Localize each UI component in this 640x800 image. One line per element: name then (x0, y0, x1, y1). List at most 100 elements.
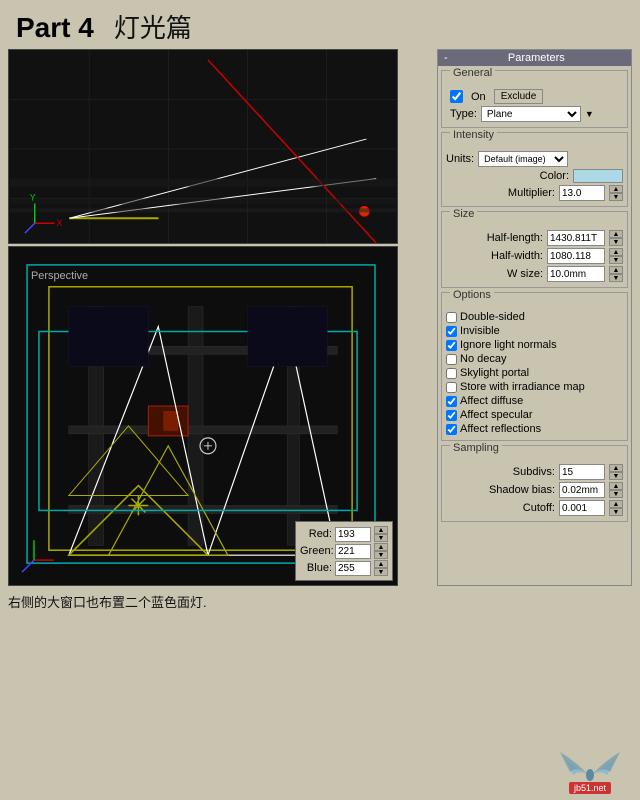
hw-down[interactable]: ▼ (609, 256, 623, 264)
page-header: Part 4 灯光篇 (0, 0, 640, 49)
red-spinner[interactable]: ▲ ▼ (374, 526, 388, 542)
blue-input[interactable] (335, 561, 371, 576)
green-up[interactable]: ▲ (374, 543, 388, 551)
sb-down[interactable]: ▼ (609, 490, 623, 498)
mult-up[interactable]: ▲ (609, 185, 623, 193)
shadow-bias-spinner[interactable]: ▲ ▼ (609, 482, 623, 498)
exclude-button[interactable]: Exclude (494, 89, 544, 104)
shadow-bias-input[interactable] (559, 482, 605, 498)
cutoff-spinner[interactable]: ▲ ▼ (609, 500, 623, 516)
w-size-input[interactable] (547, 266, 605, 282)
ignore-normals-label: Ignore light normals (460, 339, 557, 351)
sampling-label: Sampling (450, 442, 502, 454)
viewports-container: X Y (8, 49, 433, 586)
ws-up[interactable]: ▲ (609, 266, 623, 274)
bottom-viewport-content: Perspective Red: ▲ ▼ (9, 247, 397, 585)
parameters-panel: - Parameters General On Exclude Type: Pl… (437, 49, 632, 586)
red-input[interactable] (335, 527, 371, 542)
invisible-checkbox[interactable] (446, 326, 457, 337)
blue-row: Blue: ▲ ▼ (300, 560, 388, 576)
type-select[interactable]: Plane (481, 106, 581, 122)
params-title-bar: - Parameters (438, 50, 631, 66)
caption-text: 右侧的大窗口也布置二个蓝色面灯. (8, 595, 207, 610)
multiplier-input[interactable] (559, 185, 605, 201)
affect-diffuse-label: Affect diffuse (460, 395, 523, 407)
subdivs-input[interactable] (559, 464, 605, 480)
on-label: On (471, 91, 486, 103)
half-width-input[interactable] (547, 248, 605, 264)
multiplier-spinner[interactable]: ▲ ▼ (609, 185, 623, 201)
units-select[interactable]: Default (image) (478, 151, 568, 167)
sb-up[interactable]: ▲ (609, 482, 623, 490)
cutoff-row: Cutoff: ▲ ▼ (446, 500, 623, 516)
green-down[interactable]: ▼ (374, 551, 388, 559)
red-down[interactable]: ▼ (374, 534, 388, 542)
caption: 右侧的大窗口也布置二个蓝色面灯. (0, 586, 640, 613)
blue-up[interactable]: ▲ (374, 560, 388, 568)
subdiv-up[interactable]: ▲ (609, 464, 623, 472)
affect-specular-row: Affect specular (446, 409, 623, 421)
size-section: Size Half-length: ▲ ▼ Half-width: ▲ ▼ W … (441, 211, 628, 288)
invisible-row: Invisible (446, 325, 623, 337)
w-size-spinner[interactable]: ▲ ▼ (609, 266, 623, 282)
top-viewport-content: X Y (9, 50, 397, 243)
affect-diffuse-row: Affect diffuse (446, 395, 623, 407)
affect-reflections-checkbox[interactable] (446, 424, 457, 435)
co-up[interactable]: ▲ (609, 500, 623, 508)
invisible-label: Invisible (460, 325, 500, 337)
affect-specular-label: Affect specular (460, 409, 533, 421)
intensity-label: Intensity (450, 129, 497, 141)
on-checkbox[interactable] (450, 90, 463, 103)
chinese-title: 灯光篇 (114, 8, 192, 45)
viewport-bottom[interactable]: Perspective Red: ▲ ▼ (8, 246, 398, 586)
sampling-section: Sampling Subdivs: ▲ ▼ Shadow bias: ▲ ▼ C… (441, 445, 628, 522)
hl-up[interactable]: ▲ (609, 230, 623, 238)
multiplier-row: Multiplier: ▲ ▼ (446, 185, 623, 201)
general-section: General On Exclude Type: Plane ▼ (441, 70, 628, 128)
viewport-top[interactable]: X Y (8, 49, 398, 244)
skylight-portal-row: Skylight portal (446, 367, 623, 379)
type-row: Type: Plane ▼ (450, 106, 619, 122)
affect-diffuse-checkbox[interactable] (446, 396, 457, 407)
rgb-overlay: Red: ▲ ▼ Green: ▲ ▼ (295, 521, 393, 581)
options-section: Options Double-sided Invisible Ignore li… (441, 292, 628, 441)
half-width-row: Half-width: ▲ ▼ (446, 248, 623, 264)
hl-down[interactable]: ▼ (609, 238, 623, 246)
co-down[interactable]: ▼ (609, 508, 623, 516)
red-row: Red: ▲ ▼ (300, 526, 388, 542)
wing-logo-icon (555, 747, 625, 782)
green-label: Green: (300, 545, 332, 557)
green-spinner[interactable]: ▲ ▼ (374, 543, 388, 559)
blue-down[interactable]: ▼ (374, 568, 388, 576)
half-width-spinner[interactable]: ▲ ▼ (609, 248, 623, 264)
hw-up[interactable]: ▲ (609, 248, 623, 256)
store-irradiance-checkbox[interactable] (446, 382, 457, 393)
svg-text:Y: Y (30, 192, 36, 202)
blue-spinner[interactable]: ▲ ▼ (374, 560, 388, 576)
subdiv-down[interactable]: ▼ (609, 472, 623, 480)
multiplier-label: Multiplier: (508, 187, 555, 199)
red-up[interactable]: ▲ (374, 526, 388, 534)
mult-down[interactable]: ▼ (609, 193, 623, 201)
color-swatch[interactable] (573, 169, 623, 183)
affect-specular-checkbox[interactable] (446, 410, 457, 421)
cutoff-input[interactable] (559, 500, 605, 516)
general-label: General (450, 67, 495, 79)
ignore-normals-checkbox[interactable] (446, 340, 457, 351)
skylight-portal-checkbox[interactable] (446, 368, 457, 379)
ws-down[interactable]: ▼ (609, 274, 623, 282)
site-label: jb51.net (569, 782, 611, 794)
affect-reflections-row: Affect reflections (446, 423, 623, 435)
double-sided-label: Double-sided (460, 311, 525, 323)
units-row: Units: Default (image) (446, 151, 623, 167)
minimize-button[interactable]: - (444, 52, 448, 64)
double-sided-checkbox[interactable] (446, 312, 457, 323)
subdivs-spinner[interactable]: ▲ ▼ (609, 464, 623, 480)
type-dropdown-icon[interactable]: ▼ (585, 109, 594, 119)
color-label: Color: (540, 170, 569, 182)
half-length-spinner[interactable]: ▲ ▼ (609, 230, 623, 246)
half-length-input[interactable] (547, 230, 605, 246)
type-label: Type: (450, 108, 477, 120)
green-input[interactable] (335, 544, 371, 559)
no-decay-checkbox[interactable] (446, 354, 457, 365)
